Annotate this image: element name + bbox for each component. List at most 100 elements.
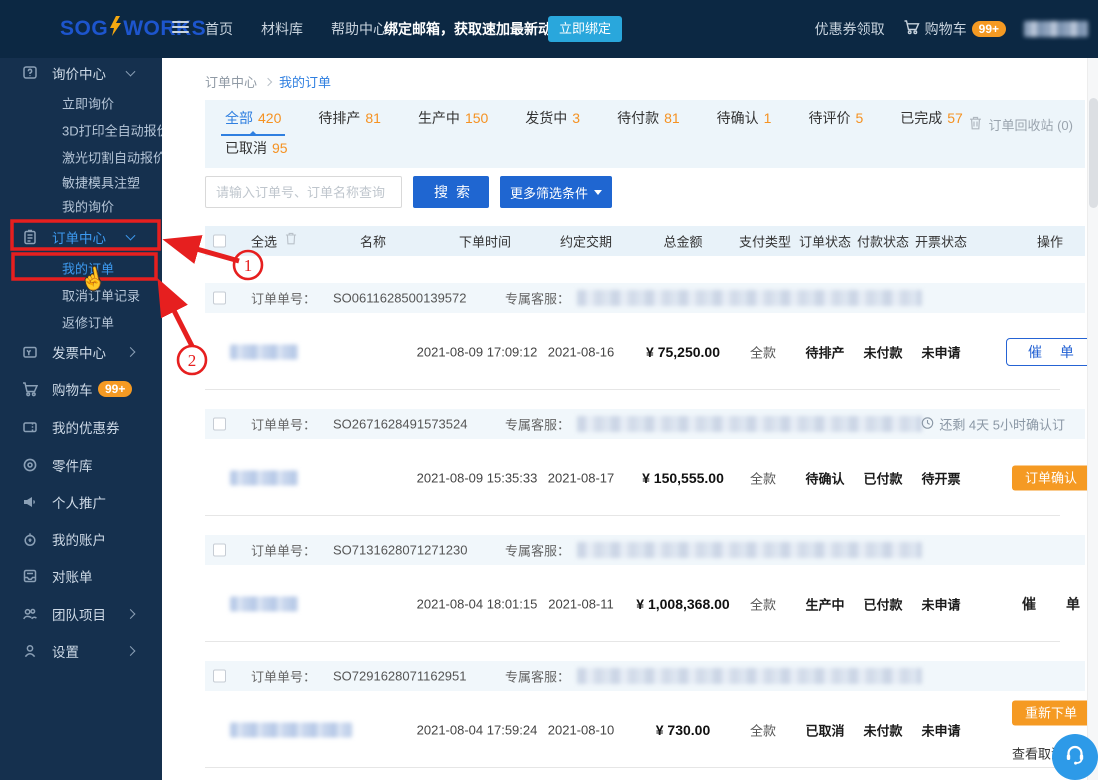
customer-service-button[interactable] [1052, 734, 1098, 780]
order-search-input[interactable] [205, 176, 402, 208]
search-button[interactable]: 搜索 [413, 176, 489, 208]
chevron-right-icon [126, 347, 136, 357]
redacted-username[interactable] [1024, 21, 1088, 37]
total-amount: ¥ 1,008,368.00 [636, 596, 729, 612]
order-number: SO2671628491573524 [333, 417, 467, 432]
urge-order-button[interactable]: 催 单 [1006, 338, 1096, 366]
col-order-time: 下单时间 [459, 232, 511, 251]
tab-shipping[interactable]: 发货中3 [525, 108, 580, 134]
sidebar-item-personal-promotion[interactable]: 个人推广 [0, 489, 162, 515]
confirm-order-button[interactable]: 订单确认 [1012, 465, 1090, 490]
due-date: 2021-08-11 [548, 596, 614, 611]
redacted-order-name[interactable] [230, 344, 298, 359]
col-action: 操作 [1037, 232, 1063, 251]
invoice-icon [22, 344, 38, 360]
team-icon [22, 606, 38, 622]
order-number: SO7291628071162951 [333, 669, 467, 684]
sidebar-item-agile-mold[interactable]: 敏捷模具注塑 [0, 169, 162, 195]
sidebar-item-3d-print-quote[interactable]: 3D打印全自动报价 [0, 117, 162, 143]
hamburger-menu-icon[interactable] [172, 21, 189, 35]
sidebar-item-invoice-center[interactable]: 发票中心 [0, 339, 162, 365]
sidebar-item-cancelled-orders[interactable]: 取消订单记录 [0, 282, 162, 308]
order-status: 已取消 [805, 720, 844, 739]
sidebar-cart-badge: 99+ [98, 381, 132, 397]
invoice-status: 未申请 [921, 594, 960, 613]
trash-icon[interactable] [285, 232, 297, 250]
order-row: 订单单号： SO2671628491573524 专属客服： 还剩 4天 5小时… [205, 409, 1060, 516]
sidebar-item-settings[interactable]: 设置 [0, 638, 162, 664]
select-all-label: 全选 [251, 232, 277, 251]
col-due-date: 约定交期 [560, 232, 612, 251]
redacted-customer-service [577, 416, 922, 432]
reorder-button[interactable]: 重新下单 [1012, 701, 1090, 726]
sidebar-item-inquire-now[interactable]: 立即询价 [0, 90, 162, 116]
navbar-cart[interactable]: 购物车 99+ [903, 19, 1006, 40]
sidebar-item-repair-orders[interactable]: 返修订单 [0, 309, 162, 335]
caret-down-icon [594, 190, 602, 195]
sidebar-item-my-inquiries[interactable]: 我的询价 [0, 193, 162, 219]
redacted-order-name[interactable] [230, 722, 352, 737]
sidebar-item-my-coupons[interactable]: 我的优惠券 [0, 414, 162, 440]
sidebar-item-laser-cut-quote[interactable]: 激光切割自动报价 [0, 144, 162, 170]
order-number: SO0611628500139572 [333, 291, 467, 306]
sidebar-item-inquiry-center[interactable]: 询价中心 [0, 60, 162, 86]
order-center-page: SOG WORKS 首页 材料库 帮助中心 绑定邮箱，获取速加最新动态 立即绑定… [0, 0, 1098, 780]
clock-icon [921, 416, 934, 432]
nav-material-library[interactable]: 材料库 [261, 19, 303, 39]
nav-help-center[interactable]: 帮助中心 [331, 19, 387, 39]
pay-type: 全款 [750, 342, 776, 361]
order-time: 2021-08-04 17:59:24 [417, 722, 538, 737]
due-date: 2021-08-10 [548, 722, 615, 737]
headset-icon [1062, 742, 1088, 773]
total-amount: ¥ 150,555.00 [642, 470, 724, 486]
select-all-checkbox[interactable] [213, 235, 226, 248]
sidebar-item-cart[interactable]: 购物车 99+ [0, 376, 162, 402]
tab-completed[interactable]: 已完成57 [900, 108, 963, 134]
coupon-icon [22, 419, 38, 435]
tab-pending-payment[interactable]: 待付款81 [617, 108, 680, 134]
pay-type: 全款 [750, 720, 776, 739]
sidebar-item-order-center[interactable]: 订单中心 [0, 224, 162, 250]
tab-all[interactable]: 全部420 [225, 108, 281, 134]
chevron-down-icon [126, 67, 136, 77]
order-recycle-bin[interactable]: 订单回收站 (0) [969, 115, 1073, 134]
tab-in-production[interactable]: 生产中150 [418, 108, 488, 134]
redacted-order-name[interactable] [230, 470, 298, 485]
order-header: 订单单号： SO7291628071162951 专属客服： [205, 661, 1085, 691]
sidebar-item-parts-library[interactable]: 零件库 [0, 452, 162, 478]
sidebar-item-statements[interactable]: 对账单 [0, 563, 162, 589]
navbar-right: 优惠券领取 购物车 99+ [815, 0, 1088, 58]
breadcrumb-my-orders[interactable]: 我的订单 [279, 72, 331, 91]
more-filters-button[interactable]: 更多筛选条件 [500, 176, 612, 208]
coupon-claim-link[interactable]: 优惠券领取 [815, 19, 885, 39]
breadcrumb: 订单中心 我的订单 [205, 72, 331, 91]
order-checkbox[interactable] [213, 292, 226, 305]
order-checkbox[interactable] [213, 418, 226, 431]
order-body: 2021-08-04 18:01:15 2021-08-11 ¥ 1,008,3… [205, 565, 1085, 642]
order-checkbox[interactable] [213, 670, 226, 683]
sidebar-item-my-account[interactable]: 我的账户 [0, 526, 162, 552]
confirm-countdown: 还剩 4天 5小时确认订 [921, 415, 1065, 434]
tab-pending-scheduling[interactable]: 待排产81 [318, 108, 381, 134]
bind-now-button[interactable]: 立即绑定 [548, 16, 622, 42]
sidebar-item-team-projects[interactable]: 团队项目 [0, 601, 162, 627]
col-invoice-status: 开票状态 [915, 232, 967, 251]
sidebar-item-my-orders[interactable]: 我的订单 [0, 255, 162, 281]
breadcrumb-order-center[interactable]: 订单中心 [205, 72, 257, 91]
tab-pending-confirm[interactable]: 待确认1 [717, 108, 772, 134]
urge-order-text[interactable]: 催 单 [1022, 594, 1080, 614]
scrollbar-thumb[interactable] [1089, 98, 1098, 208]
order-checkbox[interactable] [213, 544, 226, 557]
vertical-scrollbar[interactable] [1087, 58, 1098, 780]
tab-cancelled[interactable]: 已取消95 [225, 138, 288, 164]
navbar-links: 首页 材料库 帮助中心 [205, 0, 387, 58]
total-amount: ¥ 730.00 [656, 722, 711, 738]
tab-pending-review[interactable]: 待评价5 [808, 108, 863, 134]
nav-home[interactable]: 首页 [205, 19, 233, 39]
redacted-order-name[interactable] [230, 596, 298, 611]
pay-type: 全款 [750, 468, 776, 487]
total-amount: ¥ 75,250.00 [646, 344, 720, 360]
order-body: 2021-08-09 17:09:12 2021-08-16 ¥ 75,250.… [205, 313, 1085, 390]
person-icon [22, 643, 38, 659]
pay-status: 未付款 [863, 720, 902, 739]
